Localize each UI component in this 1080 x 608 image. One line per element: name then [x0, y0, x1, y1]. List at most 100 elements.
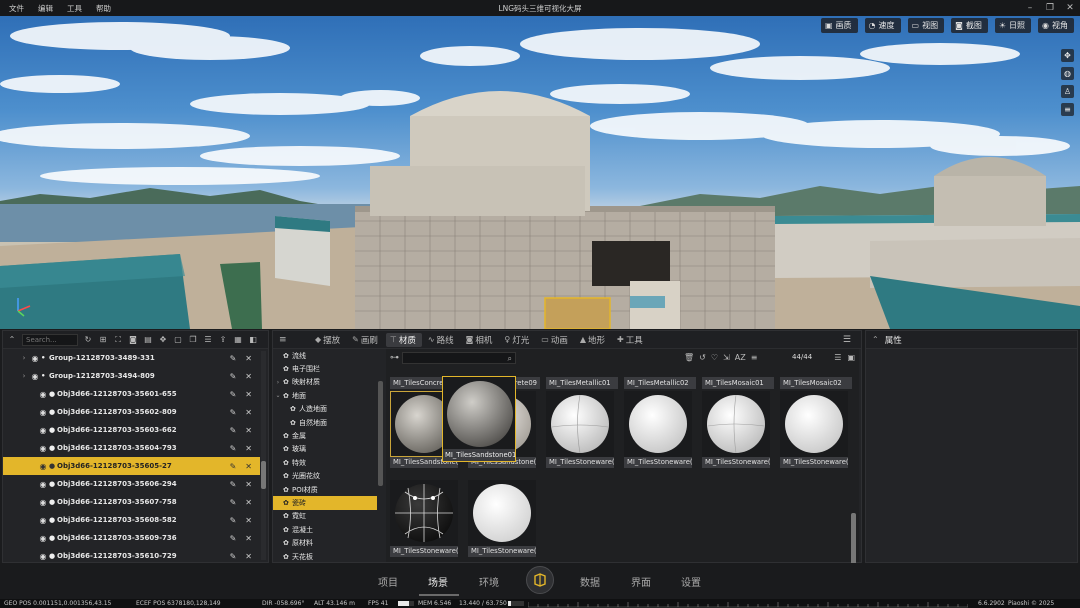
- edit-icon[interactable]: ✎: [230, 444, 237, 453]
- eye-icon[interactable]: ◉: [37, 462, 49, 471]
- tree-item[interactable]: ✿ 自然地面: [273, 416, 377, 429]
- eye-icon[interactable]: ◉: [37, 498, 49, 507]
- expand-arrow-icon[interactable]: ›: [19, 354, 29, 362]
- material-search-input[interactable]: ⌕: [402, 352, 516, 364]
- edit-icon[interactable]: ✎: [230, 372, 237, 381]
- collapse-icon[interactable]: ⌃: [872, 335, 879, 344]
- eye-icon[interactable]: ◉: [37, 426, 49, 435]
- scroll-thumb[interactable]: [261, 461, 266, 489]
- list-icon[interactable]: ☰: [203, 335, 213, 345]
- refresh-icon[interactable]: ↻: [83, 335, 93, 345]
- delete-icon[interactable]: ✕: [245, 480, 252, 489]
- object-row[interactable]: ◉ ● Obj3d66-12128703-35607-758 ✎ ✕: [3, 493, 260, 511]
- export-icon[interactable]: ⇪: [218, 335, 228, 345]
- edit-icon[interactable]: ✎: [230, 480, 237, 489]
- delete-icon[interactable]: ✕: [245, 354, 252, 363]
- expand-arrow-icon[interactable]: ›: [273, 379, 283, 386]
- app-logo-button[interactable]: [526, 566, 554, 594]
- edit-icon[interactable]: ✎: [230, 516, 237, 525]
- eye-icon[interactable]: ◉: [37, 516, 49, 525]
- tab-light[interactable]: ♀ 灯光: [500, 333, 535, 347]
- delete-icon[interactable]: ✕: [245, 390, 252, 399]
- restore-icon[interactable]: ❐: [1044, 2, 1056, 14]
- delete-icon[interactable]: ✕: [245, 534, 252, 543]
- eye-icon[interactable]: ◉: [29, 372, 41, 381]
- view-angle-button[interactable]: ◉ 视角: [1038, 18, 1074, 33]
- tree-item[interactable]: ✿ 光圈花纹: [273, 470, 377, 483]
- tree-item[interactable]: ✿ 混凝土: [273, 523, 377, 536]
- material-tile[interactable]: MI_TilesStoneware(: [390, 467, 462, 557]
- object-row[interactable]: ◉ ● Obj3d66-12128703-35609-736 ✎ ✕: [3, 529, 260, 547]
- speed-button[interactable]: ◔ 速度: [864, 18, 901, 33]
- group-row[interactable]: › ◉ • Group-12128703-3489-331 ✎ ✕: [3, 349, 260, 367]
- tab-place[interactable]: ◆ 摆放: [311, 333, 346, 347]
- delete-icon[interactable]: ✕: [245, 408, 252, 417]
- tree-item[interactable]: ⌄ ✿ 地面: [273, 389, 377, 402]
- nav-data[interactable]: 数据: [580, 574, 600, 589]
- material-tile[interactable]: MI_TilesStoneware(: [468, 467, 540, 557]
- edit-icon[interactable]: ✎: [230, 354, 237, 363]
- object-row[interactable]: ◉ ● Obj3d66-12128703-35603-662 ✎ ✕: [3, 421, 260, 439]
- delete-icon[interactable]: ✕: [245, 426, 252, 435]
- close-icon[interactable]: ✕: [1064, 2, 1076, 14]
- tab-route[interactable]: ∿ 路线: [424, 333, 460, 347]
- object-row[interactable]: ◉ ● Obj3d66-12128703-35604-793 ✎ ✕: [3, 439, 260, 457]
- walk-icon[interactable]: ♙: [1061, 85, 1074, 98]
- heart-icon[interactable]: ♡: [711, 353, 718, 362]
- edit-icon[interactable]: ✎: [230, 408, 237, 417]
- list-view-icon[interactable]: ☰: [843, 335, 851, 345]
- eye-icon[interactable]: ◉: [37, 408, 49, 417]
- tree-item[interactable]: ✿ 电子围栏: [273, 362, 377, 375]
- eye-icon[interactable]: ◉: [37, 480, 49, 489]
- move-icon[interactable]: ✥: [158, 335, 168, 345]
- tree-item[interactable]: ✿ 特效: [273, 456, 377, 469]
- object-row[interactable]: ◉ ● Obj3d66-12128703-35602-809 ✎ ✕: [3, 403, 260, 421]
- tree-item[interactable]: ✿ 金属: [273, 429, 377, 442]
- object-row[interactable]: ◉ ● Obj3d66-12128703-35606-294 ✎ ✕: [3, 475, 260, 493]
- add-icon[interactable]: ⊞: [98, 335, 108, 345]
- eye-icon[interactable]: ◉: [37, 534, 49, 543]
- tab-animation[interactable]: ▭ 动画: [537, 333, 574, 347]
- tab-material[interactable]: ⊤ 材质: [385, 332, 422, 347]
- edit-icon[interactable]: ✎: [230, 552, 237, 561]
- tree-item[interactable]: ✿ POI材质: [273, 483, 377, 496]
- menu-help[interactable]: 帮助: [91, 3, 120, 14]
- outliner-search-input[interactable]: Search...: [22, 333, 78, 346]
- nav-project[interactable]: 项目: [378, 574, 398, 589]
- delete-icon[interactable]: ✕: [245, 552, 252, 561]
- menu-icon[interactable]: ≡: [279, 335, 293, 345]
- nav-scene[interactable]: 场景: [428, 574, 448, 589]
- grid-view-icon[interactable]: ▣: [847, 353, 855, 362]
- tree-scrollbar[interactable]: [378, 381, 383, 486]
- tree-item[interactable]: ✿ 人造地面: [273, 403, 377, 416]
- collapse-icon[interactable]: ⌃: [7, 335, 17, 345]
- history-icon[interactable]: ↺: [699, 353, 706, 362]
- object-row-selected[interactable]: ◉ ● Obj3d66-12128703-35605-27 ✎ ✕: [3, 457, 260, 475]
- menu-edit[interactable]: 编辑: [33, 3, 62, 14]
- compass-icon[interactable]: ✥: [1061, 49, 1074, 62]
- delete-icon[interactable]: ✕: [245, 462, 252, 471]
- edit-icon[interactable]: ✎: [230, 462, 237, 471]
- material-tile[interactable]: MI_TilesMosaic02 MI_TilesStoneware(: [780, 377, 852, 468]
- edit-icon[interactable]: ✎: [230, 498, 237, 507]
- globe-icon[interactable]: ◍: [1061, 67, 1074, 80]
- timeline-ruler[interactable]: [528, 599, 968, 608]
- tree-item[interactable]: ✿ 天花板: [273, 550, 377, 562]
- material-tile[interactable]: MI_TilesMetallic02 MI_TilesStoneware(: [624, 377, 696, 468]
- tree-item[interactable]: ✿ 霓虹: [273, 510, 377, 523]
- outliner-scrollbar[interactable]: [261, 351, 266, 560]
- edit-icon[interactable]: ✎: [230, 426, 237, 435]
- 3d-viewport[interactable]: ▣ 画质 ◔ 速度 ▭ 视图 ◙ 截图 ☀ 日照 ◉ 视角 ✥ ◍ ♙ ≡: [0, 16, 1080, 329]
- film-icon[interactable]: ▤: [143, 335, 153, 345]
- view-button[interactable]: ▭ 视图: [907, 18, 945, 33]
- import-icon[interactable]: ⇲: [723, 353, 730, 362]
- tab-camera[interactable]: ◙ 相机: [462, 333, 499, 347]
- focus-icon[interactable]: ⛶: [113, 335, 123, 345]
- copy-icon[interactable]: ❐: [188, 335, 198, 345]
- object-row[interactable]: ◉ ● Obj3d66-12128703-35610-729 ✎ ✕: [3, 547, 260, 562]
- minimize-icon[interactable]: –: [1024, 2, 1036, 14]
- group-row[interactable]: › ◉ • Group-12128703-3494-809 ✎ ✕: [3, 367, 260, 385]
- object-row[interactable]: ◉ ● Obj3d66-12128703-35608-582 ✎ ✕: [3, 511, 260, 529]
- eye-icon[interactable]: ◉: [37, 552, 49, 561]
- tree-item[interactable]: ✿ 玻璃: [273, 443, 377, 456]
